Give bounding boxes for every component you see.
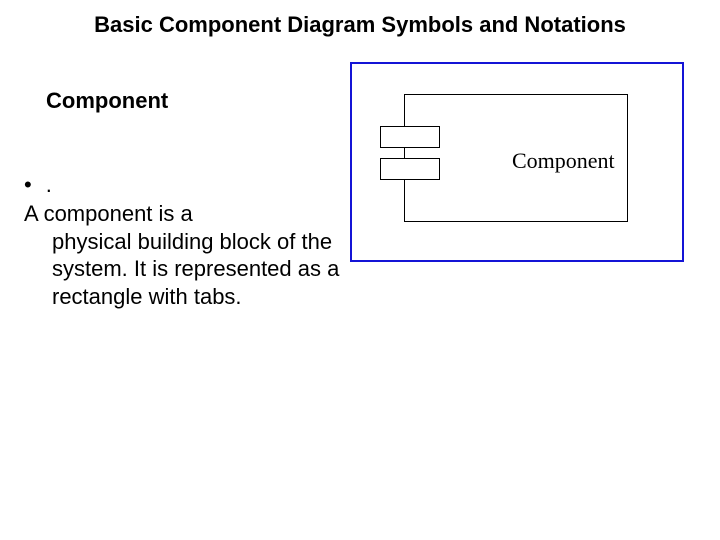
body-rest: physical building block of the system. I… [24,228,344,311]
page-title: Basic Component Diagram Symbols and Nota… [0,12,720,38]
component-tab-top [380,126,440,148]
component-tab-bottom [380,158,440,180]
body-line-1: A component is a [24,201,193,226]
body-paragraph: A component is a physical building block… [24,200,344,310]
bullet-marker: • [24,172,32,198]
bullet-text: . [46,172,52,198]
diagram-frame: Component [350,62,684,262]
component-label: Component [512,148,615,174]
bullet-item: • . [24,172,52,198]
section-subtitle: Component [46,88,168,114]
